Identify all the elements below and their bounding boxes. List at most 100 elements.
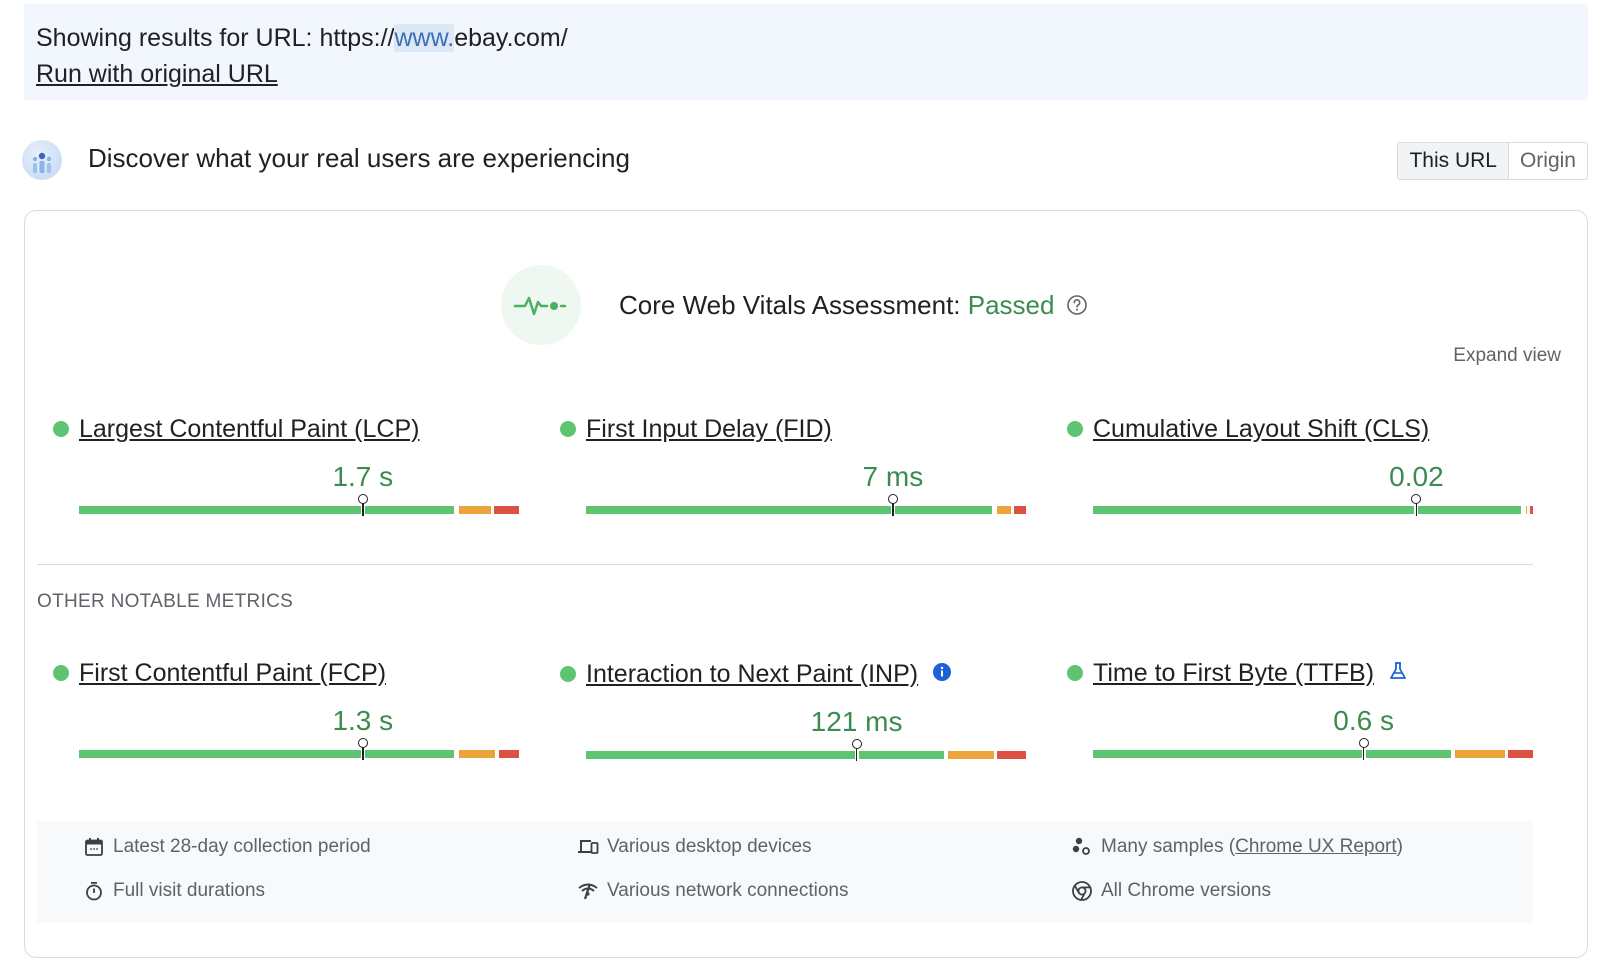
footer-item-chrome-versions: All Chrome versions xyxy=(1071,877,1271,905)
footer-text: All Chrome versions xyxy=(1101,880,1271,901)
good-segment-left xyxy=(1093,506,1415,514)
p75-marker-pin xyxy=(851,739,862,761)
expand-view-button[interactable]: Expand view xyxy=(1453,345,1561,367)
url-prefix: Showing results for URL: https:// xyxy=(36,24,395,52)
footer-text: Full visit durations xyxy=(113,880,266,901)
footer-text: Latest 28-day collection period xyxy=(113,836,371,857)
info-icon[interactable] xyxy=(932,662,952,687)
footer-item-network: Various network connections xyxy=(577,877,849,905)
rating-good-dot xyxy=(560,421,576,437)
p75-marker-pin xyxy=(1358,738,1369,760)
good-segment-left xyxy=(586,751,855,759)
metric-ttfb: Time to First Byte (TTFB) 0.6 s xyxy=(1067,653,1533,773)
needs-improvement-segment xyxy=(458,506,492,514)
distribution-bar xyxy=(586,494,1026,516)
footer-item-visit-durations: Full visit durations xyxy=(83,877,265,905)
cwv-assessment: Core Web Vitals Assessment: Passed xyxy=(501,265,1088,345)
footer-item-samples: Many samples (Chrome UX Report) xyxy=(1071,833,1403,861)
field-data-card: Core Web Vitals Assessment: Passed Expan… xyxy=(24,210,1588,958)
experimental-flask-icon[interactable] xyxy=(1388,661,1408,686)
rating-good-dot xyxy=(53,665,69,681)
good-segment-left xyxy=(586,506,891,514)
needs-improvement-segment xyxy=(458,750,496,758)
calendar-icon xyxy=(83,836,105,858)
chrome-ux-report-link[interactable]: Chrome UX Report xyxy=(1235,836,1397,858)
poor-segment xyxy=(494,506,519,514)
other-metrics-heading: OTHER NOTABLE METRICS xyxy=(37,591,294,612)
metric-name-link[interactable]: Interaction to Next Paint (INP) xyxy=(586,654,918,694)
url-origin-toggle: This URL Origin xyxy=(1397,142,1588,180)
data-source-summary: Latest 28-day collection period Full vis… xyxy=(37,821,1533,923)
needs-improvement-segment xyxy=(1525,506,1528,514)
footer-text: ) xyxy=(1396,836,1403,857)
vitals-pulse-icon xyxy=(501,265,581,345)
help-circle-icon[interactable] xyxy=(1066,294,1088,316)
distribution-bar xyxy=(586,739,1026,761)
p75-marker-pin xyxy=(887,494,898,516)
footer-text: Many samples ( xyxy=(1101,836,1236,857)
url-notice-text: Showing results for URL: https://www.eba… xyxy=(36,20,1576,56)
needs-improvement-segment xyxy=(996,506,1012,514)
crux-header: Discover what your real users are experi… xyxy=(22,138,1588,182)
metric-value: 0.02 xyxy=(1389,461,1444,492)
poor-segment xyxy=(498,750,519,758)
good-segment-right xyxy=(1365,750,1451,758)
metric-value: 121 ms xyxy=(810,706,903,737)
good-segment-right xyxy=(894,506,993,514)
metric-lcp: Largest Contentful Paint (LCP) 1.7 s xyxy=(53,409,519,529)
metric-fid: First Input Delay (FID) 7 ms xyxy=(560,409,1026,529)
footer-text: Various network connections xyxy=(607,880,849,901)
distribution-bar xyxy=(79,494,519,516)
needs-improvement-segment xyxy=(1455,750,1506,758)
metric-cls: Cumulative Layout Shift (CLS) 0.02 xyxy=(1067,409,1533,529)
p75-marker-pin xyxy=(357,494,368,516)
rating-good-dot xyxy=(1067,665,1083,681)
footer-item-collection-period: Latest 28-day collection period xyxy=(83,833,371,861)
good-segment-right xyxy=(364,506,455,514)
metric-value: 1.3 s xyxy=(332,705,394,736)
rating-good-dot xyxy=(560,666,576,682)
network-icon xyxy=(577,880,599,902)
metric-inp: Interaction to Next Paint (INP) 121 ms xyxy=(560,654,1026,774)
url-notice-banner: Showing results for URL: https://www.eba… xyxy=(24,4,1588,100)
poor-segment xyxy=(1508,750,1533,758)
poor-segment xyxy=(1014,506,1026,514)
good-segment-right xyxy=(1418,506,1522,514)
metric-name-link[interactable]: Largest Contentful Paint (LCP) xyxy=(79,409,419,449)
metric-name-link[interactable]: Cumulative Layout Shift (CLS) xyxy=(1093,409,1429,449)
metric-name-link[interactable]: Time to First Byte (TTFB) xyxy=(1093,653,1374,693)
tab-origin[interactable]: Origin xyxy=(1508,143,1587,179)
p75-marker-pin xyxy=(1411,494,1422,516)
good-segment-right xyxy=(858,751,944,759)
p75-marker-pin xyxy=(357,738,368,760)
assessment-status: Passed xyxy=(967,289,1055,320)
assessment-label: Core Web Vitals Assessment: xyxy=(619,289,968,320)
url-suffix: ebay.com/ xyxy=(454,24,568,52)
metric-value: 0.6 s xyxy=(1333,705,1394,736)
metric-value: 1.7 s xyxy=(332,461,394,492)
good-segment-left xyxy=(79,750,361,758)
metric-name-link[interactable]: First Contentful Paint (FCP) xyxy=(79,653,386,693)
samples-icon xyxy=(1071,836,1093,858)
good-segment-left xyxy=(79,506,361,514)
metric-fcp: First Contentful Paint (FCP) 1.3 s xyxy=(53,653,519,773)
poor-segment xyxy=(996,751,1026,759)
assessment-text: Core Web Vitals Assessment: Passed xyxy=(619,290,1054,321)
rating-good-dot xyxy=(1067,421,1083,437)
good-segment-right xyxy=(364,750,455,758)
metric-name-link[interactable]: First Input Delay (FID) xyxy=(586,409,832,449)
crux-title: Discover what your real users are experi… xyxy=(88,143,630,173)
stopwatch-icon xyxy=(83,880,105,902)
devices-icon xyxy=(577,836,599,858)
distribution-bar xyxy=(79,738,519,760)
footer-item-devices: Various desktop devices xyxy=(577,833,812,861)
metric-value: 7 ms xyxy=(862,461,924,492)
good-segment-left xyxy=(1093,750,1362,758)
poor-segment xyxy=(1530,506,1533,514)
distribution-bar xyxy=(1093,738,1533,760)
crux-users-icon xyxy=(22,140,62,180)
distribution-bar xyxy=(1093,494,1533,516)
run-with-original-url-link[interactable]: Run with original URL xyxy=(36,60,278,88)
tab-this-url[interactable]: This URL xyxy=(1398,143,1509,179)
rating-good-dot xyxy=(53,421,69,437)
